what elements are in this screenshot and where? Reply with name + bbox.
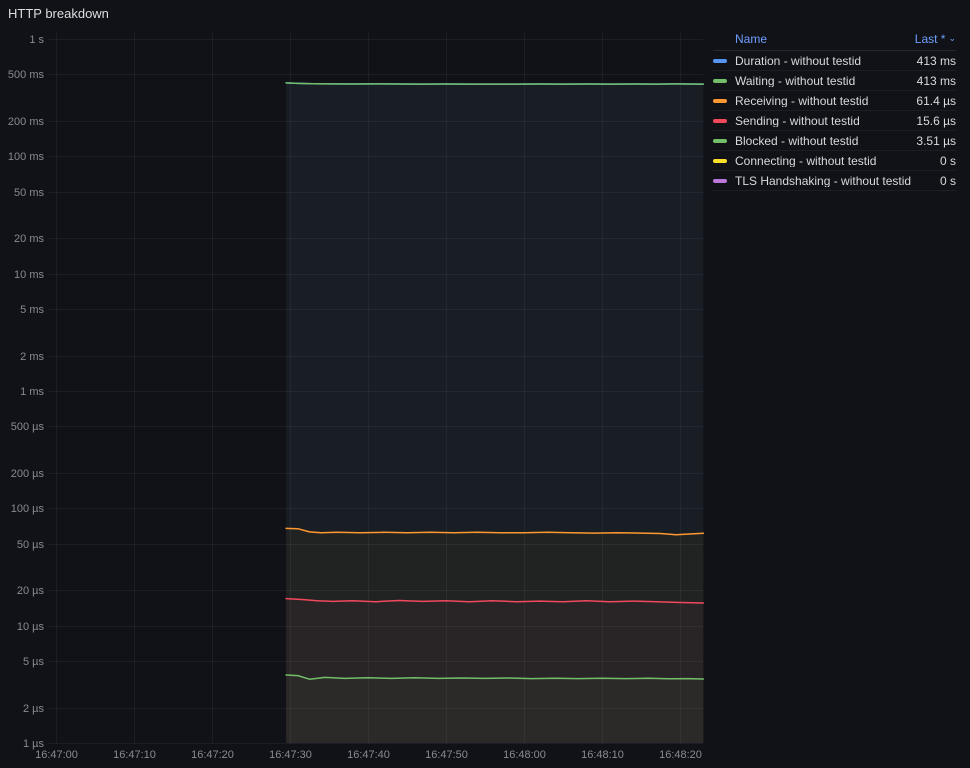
sort-desc-icon: ⌄ xyxy=(948,32,956,43)
y-axis-label: 100 µs xyxy=(11,503,45,515)
series-label: Connecting - without testid xyxy=(735,154,877,167)
series-group xyxy=(285,82,705,743)
legend-table: Name Last * ⌄ Duration - without testid … xyxy=(713,33,956,191)
x-axis-label: 16:48:00 xyxy=(503,749,546,761)
series-color-swatch xyxy=(713,178,727,183)
series-last-value: 413 ms xyxy=(916,53,956,68)
series-label: Duration - without testid xyxy=(735,54,862,67)
legend-row-receiving[interactable]: Receiving - without testid 61.4 µs xyxy=(713,91,956,111)
x-axis-label: 16:48:20 xyxy=(659,749,702,761)
x-axis-label: 16:48:10 xyxy=(581,749,624,761)
series-label: Sending - without testid xyxy=(735,114,860,127)
series-last-value: 15.6 µs xyxy=(916,113,956,128)
y-axis-label: 10 µs xyxy=(17,621,45,633)
x-axis-label: 16:47:10 xyxy=(113,749,156,761)
series-color-swatch xyxy=(713,138,727,143)
legend-header: Name Last * ⌄ xyxy=(713,33,956,51)
series-last-value: 0 s xyxy=(939,173,956,188)
y-axis-label: 500 µs xyxy=(11,421,45,433)
series-fill xyxy=(286,675,704,743)
x-axis-label: 16:47:20 xyxy=(191,749,234,761)
x-axis-label: 16:47:30 xyxy=(269,749,312,761)
series-line xyxy=(285,82,705,85)
legend-row-blocked[interactable]: Blocked - without testid 3.51 µs xyxy=(713,131,956,151)
legend-row-waiting[interactable]: Waiting - without testid 413 ms xyxy=(713,71,956,91)
series-color-swatch xyxy=(713,98,727,103)
series-label: TLS Handshaking - without testid xyxy=(735,174,912,187)
series-last-value: 3.51 µs xyxy=(916,133,956,148)
legend-row-sending[interactable]: Sending - without testid 15.6 µs xyxy=(713,111,956,131)
y-axis-label: 2 µs xyxy=(23,703,45,715)
y-axis-label: 20 µs xyxy=(17,585,45,597)
series-label: Blocked - without testid xyxy=(735,134,859,147)
x-axis-label: 16:47:00 xyxy=(35,749,78,761)
legend-row-duration[interactable]: Duration - without testid 413 ms xyxy=(713,51,956,71)
legend-last-label: Last * xyxy=(914,32,946,46)
legend-row-tls-handshaking[interactable]: TLS Handshaking - without testid 0 s xyxy=(713,171,956,191)
series-color-swatch xyxy=(713,58,727,63)
series-last-value: 0 s xyxy=(939,153,956,168)
y-axis-label: 1 s xyxy=(29,34,44,46)
series-color-swatch xyxy=(713,158,727,163)
series-color-swatch xyxy=(713,118,727,123)
legend-row-connecting[interactable]: Connecting - without testid 0 s xyxy=(713,151,956,171)
series-last-value: 413 ms xyxy=(916,73,956,88)
x-axis-label: 16:47:50 xyxy=(425,749,468,761)
y-axis-label: 50 µs xyxy=(17,539,45,551)
y-axis-label: 10 ms xyxy=(14,269,44,281)
series-color-swatch xyxy=(713,78,727,83)
y-axis-label: 1 ms xyxy=(20,386,44,398)
y-axis-label: 200 ms xyxy=(8,116,45,128)
y-axis-label: 5 µs xyxy=(23,656,45,668)
series-label: Waiting - without testid xyxy=(735,74,856,87)
x-axis-label: 16:47:40 xyxy=(347,749,390,761)
y-axis-label: 50 ms xyxy=(14,187,44,199)
y-axis-label: 100 ms xyxy=(8,151,45,163)
y-axis-label: 200 µs xyxy=(11,468,45,480)
legend-column-last[interactable]: Last * ⌄ xyxy=(915,33,956,45)
panel-title[interactable]: HTTP breakdown xyxy=(8,6,109,21)
series-label: Receiving - without testid xyxy=(735,94,869,107)
y-axis-label: 2 ms xyxy=(20,351,44,363)
series-last-value: 61.4 µs xyxy=(916,93,956,108)
y-axis-label: 20 ms xyxy=(14,233,44,245)
y-axis-label: 5 ms xyxy=(20,304,44,316)
y-axis-label: 500 ms xyxy=(8,69,45,81)
legend-column-name[interactable]: Name xyxy=(735,33,767,45)
http-breakdown-panel: 1 s 500 ms 200 ms 100 ms 50 ms 20 ms 10 ms 5 ms… xyxy=(0,0,970,768)
